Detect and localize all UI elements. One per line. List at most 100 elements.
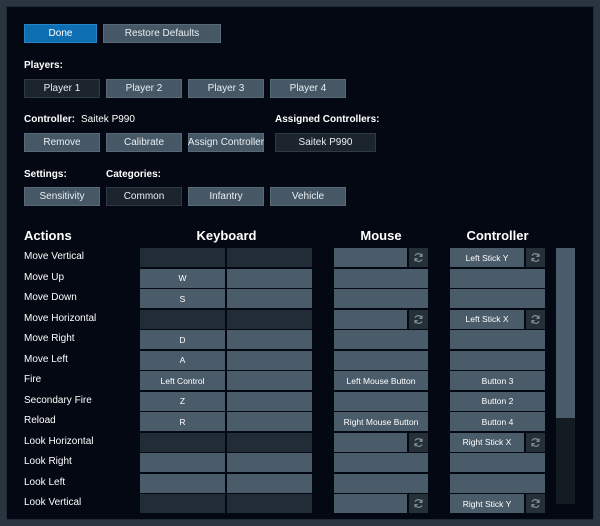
mouse-header: Mouse (360, 228, 402, 243)
controller-cell[interactable] (450, 350, 545, 370)
controller-cell[interactable]: Button 4 (450, 412, 545, 431)
mapping-row: Look Vertical Right Stick Y (7, 494, 593, 513)
restore-defaults-button[interactable]: Restore Defaults (103, 24, 221, 43)
player-1-button[interactable]: Player 1 (24, 79, 100, 98)
category-common-button[interactable]: Common (106, 187, 182, 206)
action-label: Look Left (24, 476, 66, 488)
keyboard-primary-cell[interactable]: D (140, 330, 225, 349)
mouse-cell[interactable] (334, 391, 428, 411)
controller-label: Controller: (24, 114, 76, 125)
keyboard-secondary-cell[interactable] (227, 432, 312, 452)
categories-label: Categories: (106, 169, 162, 180)
controller-axis-refresh-icon[interactable] (526, 248, 545, 267)
action-label: Move Left (24, 353, 68, 365)
controller-cell[interactable] (450, 289, 545, 308)
keyboard-secondary-cell[interactable] (227, 473, 312, 493)
mapping-row: Fire Left Control Left Mouse Button Button … (7, 371, 593, 390)
keyboard-primary-cell[interactable]: Z (140, 391, 225, 411)
keyboard-secondary-cell[interactable] (227, 453, 312, 472)
mapping-list: Move Vertical Left Stick Y Move Up W Move Do… (7, 248, 593, 519)
keyboard-secondary-cell[interactable] (227, 412, 312, 431)
keyboard-primary-cell[interactable]: R (140, 412, 225, 431)
controller-cell[interactable] (450, 453, 545, 472)
keyboard-secondary-cell[interactable] (227, 268, 312, 288)
keyboard-secondary-cell[interactable] (227, 494, 312, 513)
keyboard-secondary-cell[interactable] (227, 391, 312, 411)
controller-cell[interactable]: Left Stick X (450, 309, 524, 329)
keyboard-primary-cell[interactable] (140, 248, 225, 267)
assigned-controller-item[interactable]: Saitek P990 (275, 133, 376, 152)
scrollbar-thumb[interactable] (556, 248, 575, 418)
sensitivity-button[interactable]: Sensitivity (24, 187, 100, 206)
mouse-cell[interactable] (334, 350, 428, 370)
mapping-row: Move Up W (7, 268, 593, 288)
mouse-cell[interactable]: Right Mouse Button (334, 412, 428, 431)
settings-label: Settings: (24, 169, 67, 180)
mouse-axis-refresh-icon[interactable] (409, 309, 428, 329)
mouse-axis-refresh-icon[interactable] (409, 494, 428, 513)
mouse-cell[interactable] (334, 432, 407, 452)
keyboard-primary-cell[interactable]: S (140, 289, 225, 308)
action-label: Move Up (24, 271, 65, 283)
controller-cell[interactable]: Left Stick Y (450, 248, 524, 267)
action-label: Reload (24, 415, 56, 426)
action-label: Move Horizontal (24, 312, 97, 324)
controller-name: Saitek P990 (81, 114, 135, 125)
keyboard-secondary-cell[interactable] (227, 248, 312, 267)
remove-button[interactable]: Remove (24, 133, 100, 152)
mouse-cell[interactable] (334, 473, 428, 493)
mapping-row: Move Horizontal Left Stick X (7, 309, 593, 329)
keyboard-primary-cell[interactable] (140, 432, 225, 452)
keyboard-primary-cell[interactable]: A (140, 350, 225, 370)
controller-cell[interactable] (450, 268, 545, 288)
mapping-row: Move Left A (7, 350, 593, 370)
keyboard-header: Keyboard (196, 228, 257, 243)
controller-cell[interactable]: Right Stick X (450, 432, 524, 452)
keyboard-primary-cell[interactable]: W (140, 268, 225, 288)
controller-cell[interactable]: Button 3 (450, 371, 545, 390)
mouse-cell[interactable] (334, 330, 428, 349)
action-label: Look Right (24, 456, 72, 467)
mouse-cell[interactable] (334, 248, 407, 267)
assigned-controllers-label: Assigned Controllers: (275, 114, 380, 125)
controller-cell[interactable] (450, 473, 545, 493)
mouse-cell[interactable]: Left Mouse Button (334, 371, 428, 390)
keyboard-primary-cell[interactable] (140, 494, 225, 513)
controller-axis-refresh-icon[interactable] (526, 309, 545, 329)
assign-controller-button[interactable]: Assign Controller (188, 133, 264, 152)
keyboard-secondary-cell[interactable] (227, 371, 312, 390)
player-3-button[interactable]: Player 3 (188, 79, 264, 98)
category-infantry-button[interactable]: Infantry (188, 187, 264, 206)
player-2-button[interactable]: Player 2 (106, 79, 182, 98)
mouse-cell[interactable] (334, 453, 428, 472)
keyboard-secondary-cell[interactable] (227, 289, 312, 308)
keyboard-primary-cell[interactable] (140, 473, 225, 493)
scrollbar[interactable] (556, 248, 575, 504)
controller-cell[interactable]: Right Stick Y (450, 494, 524, 513)
mouse-axis-refresh-icon[interactable] (409, 248, 428, 267)
done-button[interactable]: Done (24, 24, 97, 43)
category-vehicle-button[interactable]: Vehicle (270, 187, 346, 206)
controller-cell[interactable] (450, 330, 545, 349)
keyboard-secondary-cell[interactable] (227, 330, 312, 349)
action-label: Move Right (24, 333, 75, 344)
mouse-cell[interactable] (334, 494, 407, 513)
mapping-row: Look Horizontal Right Stick X (7, 432, 593, 452)
controller-axis-refresh-icon[interactable] (526, 494, 545, 513)
keyboard-primary-cell[interactable] (140, 309, 225, 329)
mouse-cell[interactable] (334, 309, 407, 329)
player-4-button[interactable]: Player 4 (270, 79, 346, 98)
mapping-row: Look Left (7, 473, 593, 493)
mouse-cell[interactable] (334, 289, 428, 308)
controller-cell[interactable]: Button 2 (450, 391, 545, 411)
mouse-cell[interactable] (334, 268, 428, 288)
mouse-axis-refresh-icon[interactable] (409, 432, 428, 452)
keyboard-primary-cell[interactable] (140, 453, 225, 472)
keyboard-secondary-cell[interactable] (227, 309, 312, 329)
controller-axis-refresh-icon[interactable] (526, 432, 545, 452)
keyboard-secondary-cell[interactable] (227, 350, 312, 370)
action-label: Fire (24, 374, 42, 385)
calibrate-button[interactable]: Calibrate (106, 133, 182, 152)
keyboard-primary-cell[interactable]: Left Control (140, 371, 225, 390)
action-label: Look Vertical (24, 497, 82, 508)
